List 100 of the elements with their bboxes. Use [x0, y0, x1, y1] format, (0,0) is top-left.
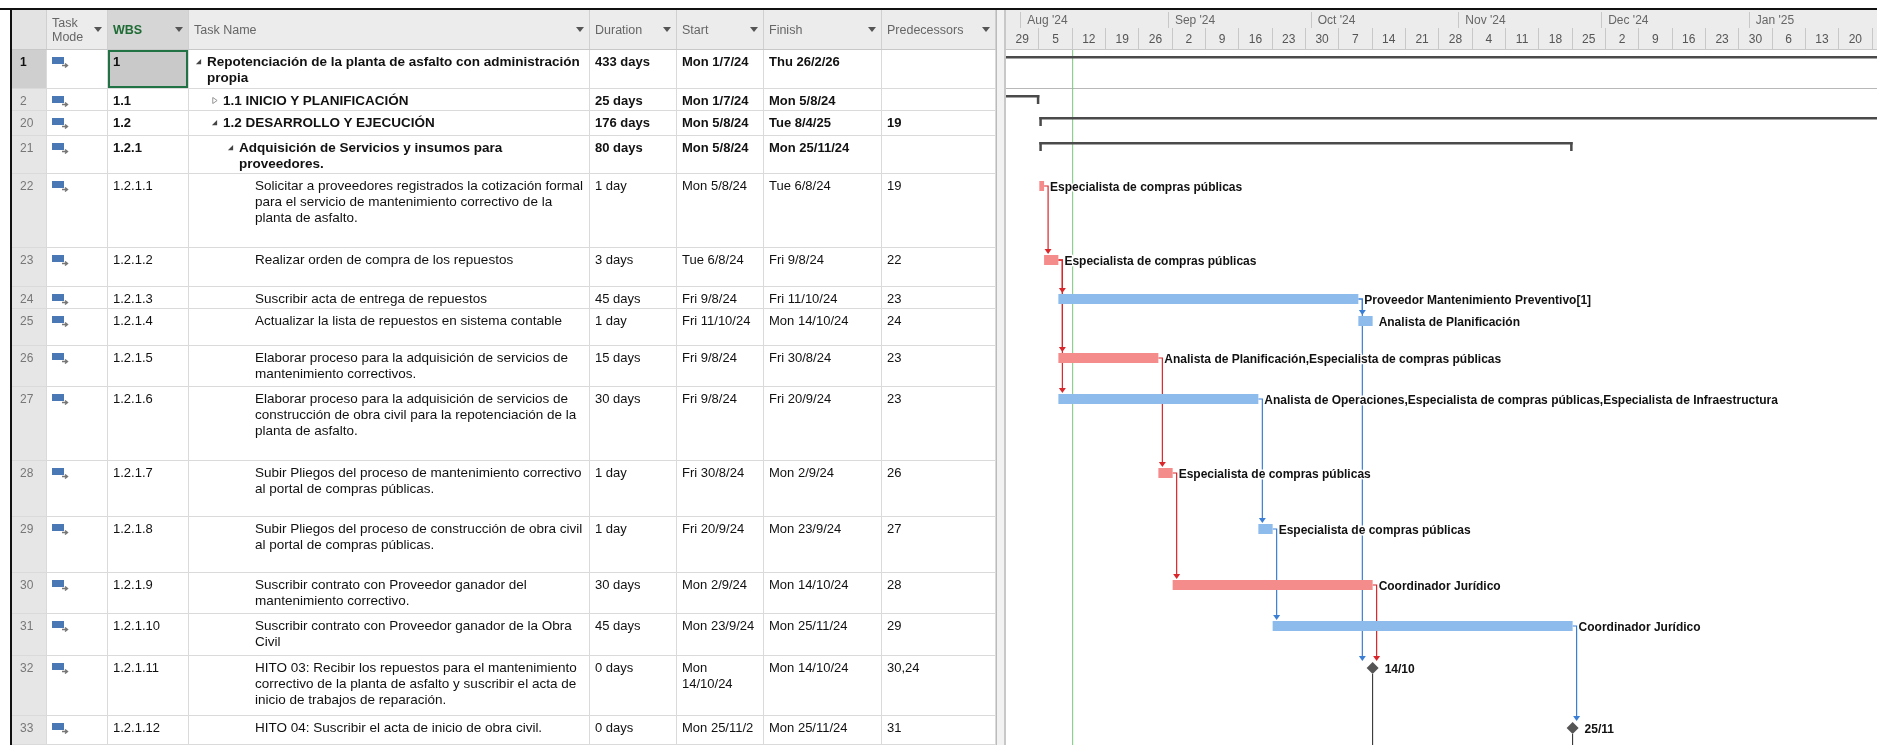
- column-header[interactable]: WBS: [108, 10, 189, 49]
- week-label: 12: [1082, 31, 1096, 46]
- week-label: 19: [1115, 31, 1129, 46]
- milestone-diamond[interactable]: [1566, 722, 1579, 734]
- row-header[interactable]: 26: [12, 346, 47, 386]
- task-name: Elaborar proceso para la adquisición de servicios de construcción de obra civil para la repotenciación de la planta de asfalto.: [255, 391, 578, 439]
- task-mode-icon: [52, 96, 69, 107]
- finish-date: Mon 25/11/24: [769, 618, 848, 633]
- row-header[interactable]: 20: [12, 111, 47, 135]
- finish-date: Thu 26/2/26: [769, 54, 840, 69]
- week-label: 26: [1148, 31, 1163, 46]
- week-label: 6: [1785, 31, 1793, 46]
- dropdown-icon[interactable]: [750, 27, 758, 32]
- row-header[interactable]: 2: [12, 89, 47, 110]
- resource-label: Coordinador Jurídico: [1578, 619, 1701, 634]
- duration: 45 days: [595, 618, 641, 633]
- week-label: 23: [1282, 31, 1296, 46]
- row-header[interactable]: 27: [12, 387, 47, 460]
- task-mode-icon: [52, 524, 69, 535]
- dropdown-icon[interactable]: [175, 27, 183, 32]
- start-date: Fri 20/9/24: [682, 521, 745, 536]
- summary-bar[interactable]: [1006, 95, 1040, 104]
- predecessors: 31: [887, 720, 902, 735]
- wbs-code: 1.1: [113, 93, 132, 108]
- task-name: HITO 03: Recibir los repuestos para el mantenimiento correctivo de la planta de asfalto y suscribir el acta de inicio de trabajos de reparación.: [255, 660, 578, 708]
- duration: 1 day: [595, 178, 627, 193]
- dropdown-icon[interactable]: [94, 27, 102, 32]
- task-mode-icon: [52, 316, 69, 327]
- cell-selection[interactable]: [108, 50, 188, 88]
- duration: 3 days: [595, 252, 634, 267]
- task-mode-icon: [52, 468, 69, 479]
- week-label: 14: [1382, 31, 1396, 46]
- wbs-code: 1.2.1.3: [113, 291, 153, 306]
- task-name: 1.2 DESARROLLO Y EJECUCIÓN: [223, 115, 435, 131]
- task-name: Realizar orden de compra de los repuestos: [255, 252, 514, 268]
- week-label: 30: [1748, 31, 1763, 46]
- finish-date: Mon 23/9/24: [769, 521, 842, 536]
- week-label: 29: [1015, 31, 1029, 46]
- row-header[interactable]: 33: [12, 716, 47, 744]
- predecessors: 23: [887, 291, 902, 306]
- dependency-arrow: [1043, 185, 1052, 254]
- month-label: Aug '24: [1027, 13, 1068, 27]
- wbs-code: 1.2.1.10: [113, 618, 160, 633]
- row-header[interactable]: 21: [12, 136, 47, 173]
- start-date: Fri 30/8/24: [682, 465, 745, 480]
- dropdown-icon[interactable]: [868, 27, 876, 32]
- wbs-code: 1.2.1: [113, 140, 142, 155]
- row-header[interactable]: 1: [12, 50, 47, 88]
- collapse-icon[interactable]: [227, 144, 234, 151]
- duration: 176 days: [595, 115, 650, 130]
- task-mode-icon: [52, 118, 69, 129]
- duration: 1 day: [595, 465, 627, 480]
- start-date: Mon 5/8/24: [682, 140, 749, 155]
- task-name: Subir Pliegos del proceso de construcción de obra civil al portal de compras públicas.: [255, 521, 584, 553]
- finish-date: Fri 11/10/24: [769, 291, 838, 306]
- column-header[interactable]: Finish: [764, 10, 882, 49]
- column-header[interactable]: Task Name: [189, 10, 590, 49]
- wbs-code: 1.2.1.6: [113, 391, 153, 406]
- wbs-code: 1.2.1.2: [113, 252, 153, 267]
- milestone-diamond[interactable]: [1366, 662, 1379, 674]
- week-label: 18: [1548, 31, 1563, 46]
- duration: 80 days: [595, 140, 643, 155]
- duration: 30 days: [595, 391, 641, 406]
- start-date: Mon 5/8/24: [682, 115, 749, 130]
- task-name: 1.1 INICIO Y PLANIFICACIÓN: [223, 93, 409, 109]
- summary-bar[interactable]: [1039, 117, 1877, 126]
- predecessors: 28: [887, 577, 902, 592]
- start-date: Fri 11/10/24: [682, 313, 751, 328]
- row-header[interactable]: 22: [12, 174, 47, 247]
- start-date: Mon 25/11/2: [682, 720, 754, 735]
- dropdown-icon[interactable]: [663, 27, 671, 32]
- row-header[interactable]: 30: [12, 573, 47, 613]
- column-header[interactable]: Duration: [590, 10, 677, 49]
- row-header[interactable]: 25: [12, 309, 47, 345]
- finish-date: Mon 2/9/24: [769, 465, 835, 480]
- predecessors: 22: [887, 252, 902, 267]
- collapse-icon[interactable]: [195, 58, 202, 65]
- task-mode-icon: [52, 143, 69, 154]
- row-header[interactable]: 23: [12, 248, 47, 286]
- dropdown-icon[interactable]: [982, 27, 990, 32]
- column-header[interactable]: Start: [677, 10, 764, 49]
- summary-bar[interactable]: [1039, 142, 1573, 151]
- task-mode-icon: [52, 394, 69, 405]
- task-name: Solicitar a proveedores registrados la cotización formal para el servicio de mantenimiento correctivo de la planta de asfalto.: [255, 178, 584, 226]
- task-mode-icon: [52, 621, 69, 632]
- dependency-line: [1572, 733, 1574, 745]
- row-header[interactable]: 32: [12, 656, 47, 715]
- start-date: Mon 5/8/24: [682, 178, 748, 193]
- row-header[interactable]: 31: [12, 614, 47, 655]
- row-header[interactable]: 24: [12, 287, 47, 308]
- collapse-icon[interactable]: [211, 119, 218, 126]
- row-header[interactable]: 28: [12, 461, 47, 516]
- summary-bar[interactable]: [1006, 56, 1877, 59]
- week-label: 11: [1515, 31, 1529, 46]
- dropdown-icon[interactable]: [576, 27, 584, 32]
- month-label: Jan '25: [1755, 13, 1795, 27]
- finish-date: Fri 30/8/24: [769, 350, 832, 365]
- resource-label: Especialista de compras públicas: [1064, 253, 1257, 268]
- task-mode-icon: [52, 580, 69, 591]
- row-header[interactable]: 29: [12, 517, 47, 572]
